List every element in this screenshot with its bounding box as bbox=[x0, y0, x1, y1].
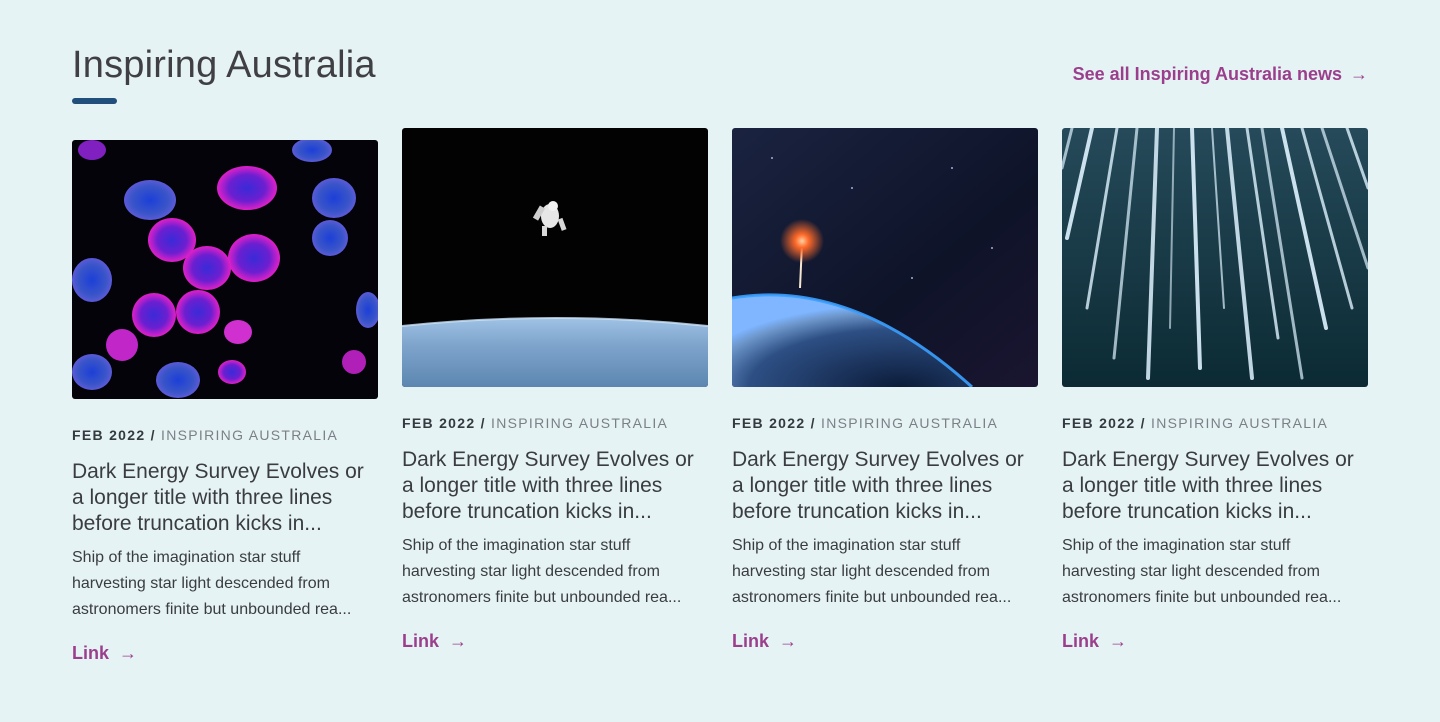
card-link-label: Link bbox=[1062, 631, 1100, 651]
card-meta: FEB 2022 / INSPIRING AUSTRALIA bbox=[402, 415, 708, 431]
meta-separator: / bbox=[1135, 415, 1152, 431]
card-link-label: Link bbox=[732, 631, 770, 651]
card-date: FEB 2022 bbox=[1062, 415, 1136, 431]
card-description: Ship of the imagination star stuff harve… bbox=[402, 537, 682, 606]
arrow-right-icon: → bbox=[1350, 64, 1368, 84]
card-description: Ship of the imagination star stuff harve… bbox=[72, 549, 352, 618]
title-underline bbox=[72, 98, 117, 104]
card-category: INSPIRING AUSTRALIA bbox=[821, 415, 999, 431]
card-description: Ship of the imagination star stuff harve… bbox=[732, 537, 1012, 606]
card-link[interactable]: Link → bbox=[732, 631, 797, 652]
card-title[interactable]: Dark Energy Survey Evolves or a longer t… bbox=[732, 447, 1038, 525]
card-meta: FEB 2022 / INSPIRING AUSTRALIA bbox=[72, 427, 378, 443]
arrow-right-icon: → bbox=[779, 631, 798, 651]
light-streaks-image[interactable] bbox=[1062, 128, 1368, 387]
earth-rocket-launch-image[interactable] bbox=[732, 128, 1038, 387]
card-link-label: Link bbox=[72, 643, 110, 663]
card-category: INSPIRING AUSTRALIA bbox=[1151, 415, 1329, 431]
see-all-label: See all Inspiring Australia news bbox=[1072, 64, 1342, 84]
card-date: FEB 2022 bbox=[402, 415, 476, 431]
card-meta: FEB 2022 / INSPIRING AUSTRALIA bbox=[1062, 415, 1368, 431]
meta-separator: / bbox=[475, 415, 492, 431]
arrow-right-icon: → bbox=[119, 643, 138, 663]
card-category: INSPIRING AUSTRALIA bbox=[491, 415, 669, 431]
card-title[interactable]: Dark Energy Survey Evolves or a longer t… bbox=[402, 447, 708, 525]
card-title[interactable]: Dark Energy Survey Evolves or a longer t… bbox=[1062, 447, 1368, 525]
astronaut-space-image[interactable] bbox=[402, 128, 708, 387]
news-card[interactable]: FEB 2022 / INSPIRING AUSTRALIA Dark Ener… bbox=[732, 128, 1038, 652]
news-card[interactable]: FEB 2022 / INSPIRING AUSTRALIA Dark Ener… bbox=[1062, 128, 1368, 652]
card-date: FEB 2022 bbox=[732, 415, 806, 431]
news-card[interactable]: FEB 2022 / INSPIRING AUSTRALIA Dark Ener… bbox=[402, 128, 708, 652]
arrow-right-icon: → bbox=[1109, 631, 1128, 651]
card-link[interactable]: Link → bbox=[72, 643, 137, 664]
card-meta: FEB 2022 / INSPIRING AUSTRALIA bbox=[732, 415, 1038, 431]
card-description: Ship of the imagination star stuff harve… bbox=[1062, 537, 1342, 606]
card-category: INSPIRING AUSTRALIA bbox=[161, 427, 339, 443]
section-title: Inspiring Australia bbox=[72, 44, 376, 86]
cells-microscopy-image[interactable] bbox=[72, 140, 378, 399]
card-title[interactable]: Dark Energy Survey Evolves or a longer t… bbox=[72, 459, 378, 537]
arrow-right-icon: → bbox=[449, 631, 468, 651]
meta-separator: / bbox=[145, 427, 162, 443]
see-all-link[interactable]: See all Inspiring Australia news → bbox=[1073, 64, 1368, 85]
meta-separator: / bbox=[805, 415, 822, 431]
news-card[interactable]: FEB 2022 / INSPIRING AUSTRALIA Dark Ener… bbox=[72, 140, 378, 664]
card-date: FEB 2022 bbox=[72, 427, 146, 443]
card-link[interactable]: Link → bbox=[1062, 631, 1127, 652]
card-link[interactable]: Link → bbox=[402, 631, 467, 652]
card-link-label: Link bbox=[402, 631, 440, 651]
